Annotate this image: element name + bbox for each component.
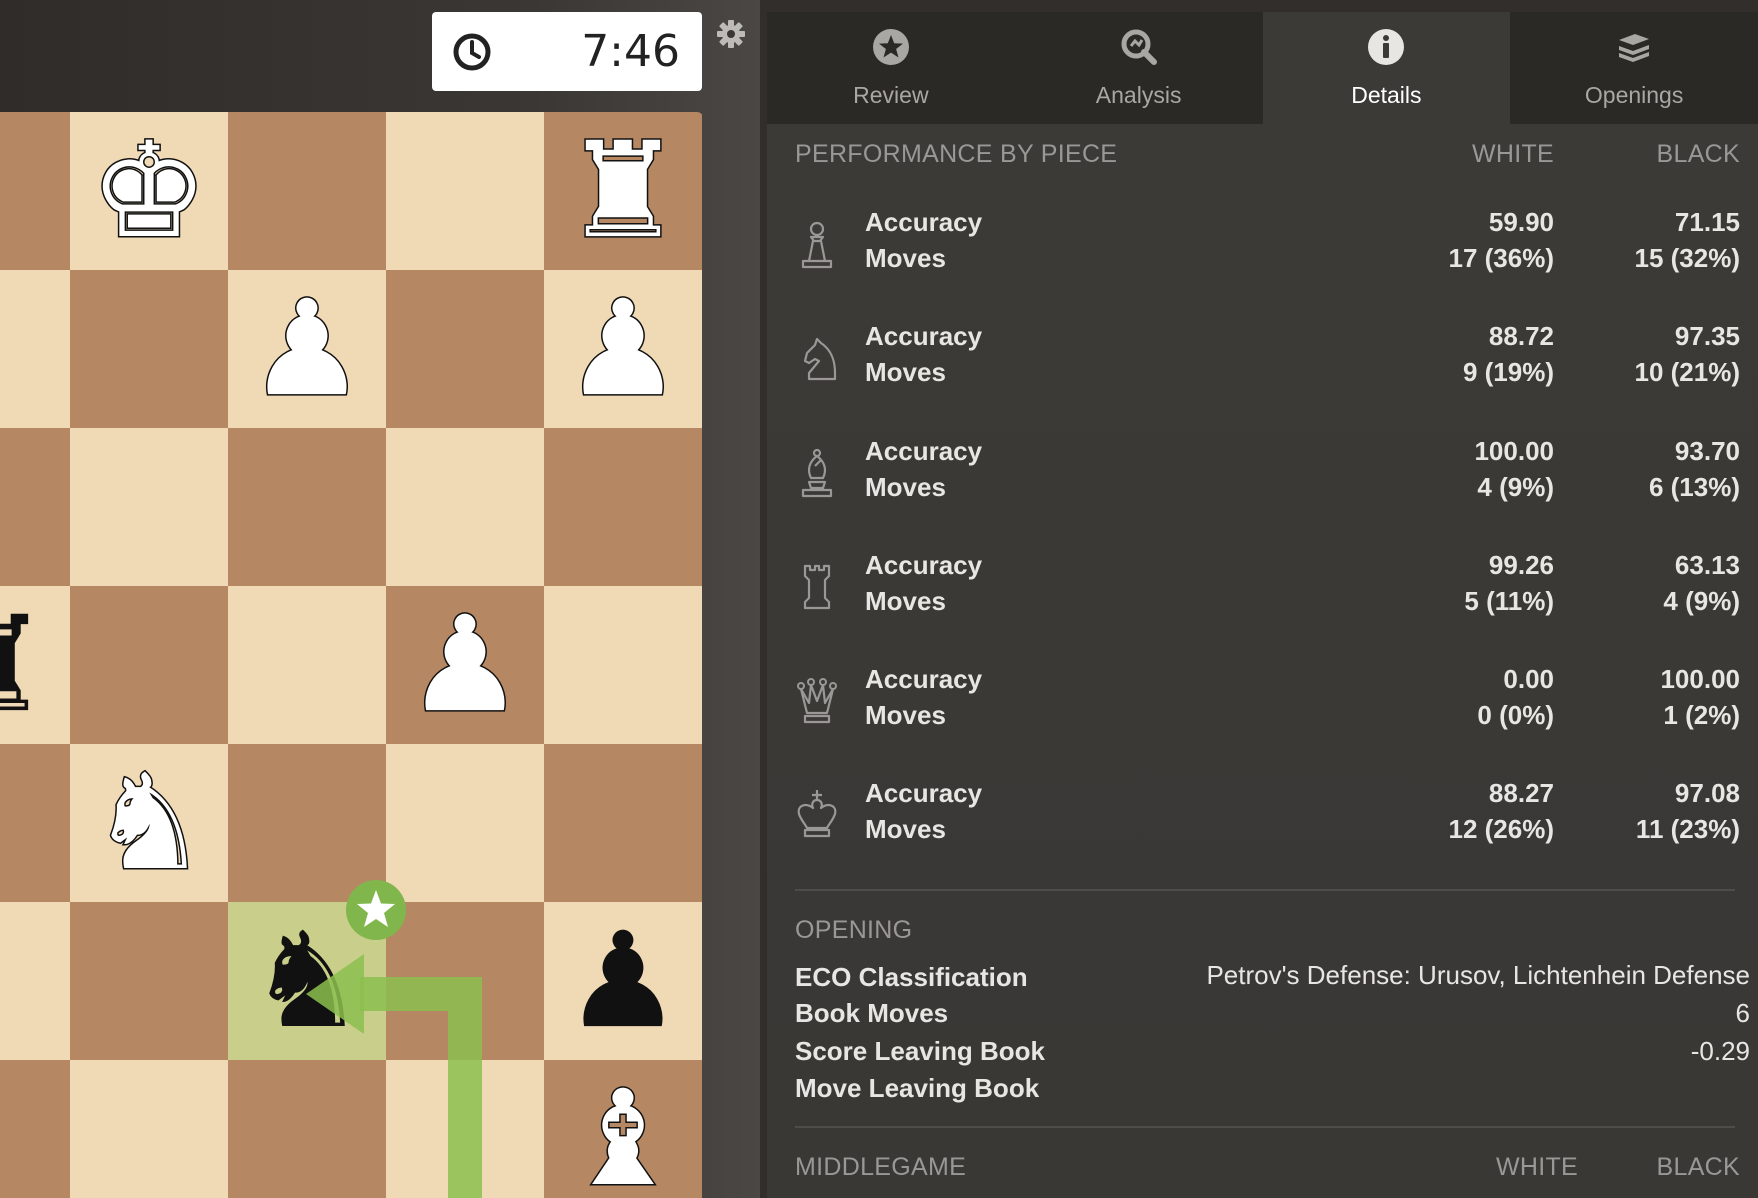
white-moves: 12 (26%) — [1448, 814, 1555, 844]
white-moves: 4 (9%) — [1477, 472, 1554, 502]
king-icon — [797, 790, 837, 838]
middlegame-white-header: WHITE — [1495, 1153, 1578, 1181]
divider — [795, 889, 1735, 891]
accuracy-label: Accuracy — [865, 207, 983, 237]
performance-black-header: BLACK — [1656, 140, 1740, 168]
moves-label: Moves — [865, 814, 946, 844]
clock-time: 7:46 — [581, 26, 680, 77]
moves-label: Moves — [865, 586, 946, 616]
white-accuracy: 88.27 — [1488, 778, 1554, 808]
white-accuracy: 59.90 — [1488, 207, 1554, 237]
black-moves: 1 (2%) — [1663, 700, 1740, 730]
white-accuracy: 88.72 — [1488, 321, 1554, 351]
white-moves: 9 (19%) — [1462, 357, 1554, 387]
middlegame-black-header: BLACK — [1656, 1153, 1740, 1181]
details-panel: Review Analysis Details Openings PERFORM… — [767, 12, 1758, 1198]
black-accuracy: 97.08 — [1674, 778, 1740, 808]
magnifier-icon — [1121, 29, 1157, 65]
eco-label: ECO Classification — [795, 962, 1028, 992]
accuracy-label: Accuracy — [865, 550, 983, 580]
black-moves: 6 (13%) — [1648, 472, 1740, 502]
black-accuracy: 100.00 — [1660, 664, 1740, 694]
black-moves: 4 (9%) — [1663, 586, 1740, 616]
knight-icon — [803, 337, 837, 381]
book-stack-icon — [1619, 34, 1650, 62]
tab-openings[interactable]: Openings — [1510, 12, 1758, 124]
black-moves: 15 (32%) — [1634, 243, 1741, 273]
tab-openings-label: Openings — [1584, 82, 1684, 108]
black-accuracy: 71.15 — [1674, 207, 1740, 237]
middlegame-header: MIDDLEGAME — [795, 1153, 967, 1181]
white-moves: 0 (0%) — [1477, 700, 1554, 730]
black-accuracy: 63.13 — [1674, 550, 1740, 580]
move-arrow — [306, 954, 482, 1198]
score-leaving-book-label: Score Leaving Book — [795, 1036, 1045, 1066]
clock-icon — [453, 33, 491, 71]
black-moves: 10 (21%) — [1634, 357, 1741, 387]
black-accuracy: 93.70 — [1674, 436, 1740, 466]
moves-label: Moves — [865, 472, 946, 502]
accuracy-label: Accuracy — [865, 664, 983, 694]
bishop-icon — [801, 448, 833, 498]
pawn-icon — [801, 221, 833, 269]
rook-icon — [803, 564, 831, 610]
score-leaving-book-value: -0.29 — [1690, 1036, 1750, 1066]
queen-icon — [797, 678, 837, 724]
tab-bar: Review Analysis Details Openings — [767, 12, 1758, 124]
tab-review-label: Review — [853, 82, 929, 108]
accuracy-label: Accuracy — [865, 321, 983, 351]
chess-board[interactable]: ♚♜♟♟♜♟♞♞♟♝ — [0, 112, 703, 1198]
performance-header: PERFORMANCE BY PIECE — [795, 140, 1118, 168]
book-moves-label: Book Moves — [795, 998, 949, 1028]
info-circle-icon — [1368, 29, 1405, 65]
tab-analysis[interactable]: Analysis — [1015, 12, 1263, 124]
player-clock: 7:46 — [432, 12, 702, 91]
performance-white-header: WHITE — [1471, 140, 1554, 168]
black-moves: 11 (23%) — [1635, 814, 1740, 844]
white-moves: 17 (36%) — [1448, 243, 1555, 273]
accuracy-label: Accuracy — [865, 778, 983, 808]
opening-header: OPENING — [795, 916, 913, 944]
best-move-badge-icon — [346, 880, 406, 940]
white-accuracy: 99.26 — [1488, 550, 1554, 580]
book-moves-value: 6 — [1735, 998, 1750, 1028]
move-leaving-book-label: Move Leaving Book — [795, 1073, 1040, 1103]
divider — [795, 1126, 1735, 1128]
gear-icon[interactable] — [715, 18, 747, 50]
white-accuracy: 100.00 — [1474, 436, 1554, 466]
moves-label: Moves — [865, 243, 946, 273]
star-circle-icon — [872, 29, 909, 65]
accuracy-label: Accuracy — [865, 436, 983, 466]
moves-label: Moves — [865, 357, 946, 387]
moves-label: Moves — [865, 700, 946, 730]
white-moves: 5 (11%) — [1464, 586, 1554, 616]
tab-analysis-label: Analysis — [1095, 82, 1182, 108]
tab-details-label: Details — [1351, 82, 1422, 108]
eco-value: Petrov's Defense: Urusov, Lichtenhein De… — [1206, 960, 1750, 990]
tab-review[interactable]: Review — [767, 12, 1015, 124]
white-accuracy: 0.00 — [1503, 664, 1554, 694]
black-accuracy: 97.35 — [1674, 321, 1740, 351]
tab-details[interactable]: Details — [1262, 12, 1511, 124]
